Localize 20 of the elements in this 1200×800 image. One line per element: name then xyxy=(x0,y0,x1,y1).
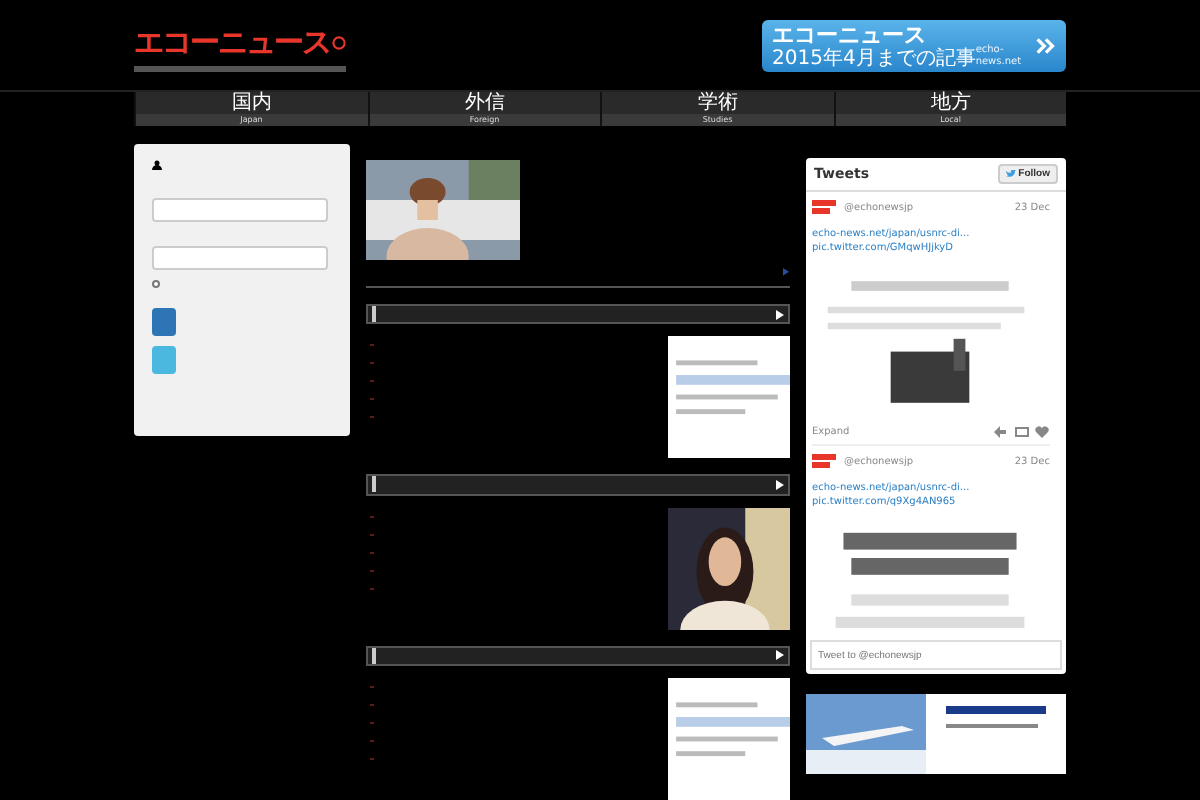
banner-subtitle: 2015年4月までの記事 xyxy=(772,47,976,69)
bird-icon xyxy=(1006,170,1017,178)
marker-icon xyxy=(372,647,376,664)
play-icon[interactable] xyxy=(776,309,784,319)
password-field[interactable] xyxy=(152,246,328,270)
avatar-icon xyxy=(812,452,836,470)
chevron-icon xyxy=(1036,34,1056,58)
banner-title: エコーニュース xyxy=(772,23,928,47)
remember-checkbox[interactable] xyxy=(152,280,160,288)
site-logo[interactable]: エコーニュース xyxy=(134,24,346,72)
marker-icon xyxy=(372,476,376,493)
marker-icon xyxy=(372,306,376,322)
play-icon[interactable] xyxy=(776,479,784,490)
play-icon[interactable] xyxy=(776,650,784,661)
username-field[interactable] xyxy=(152,198,328,222)
user-icon xyxy=(152,160,162,170)
avatar-icon xyxy=(812,198,836,216)
next-arrow-icon[interactable] xyxy=(782,268,790,276)
tweet-actions-icon[interactable] xyxy=(994,426,1050,438)
badge-icon xyxy=(332,36,346,50)
